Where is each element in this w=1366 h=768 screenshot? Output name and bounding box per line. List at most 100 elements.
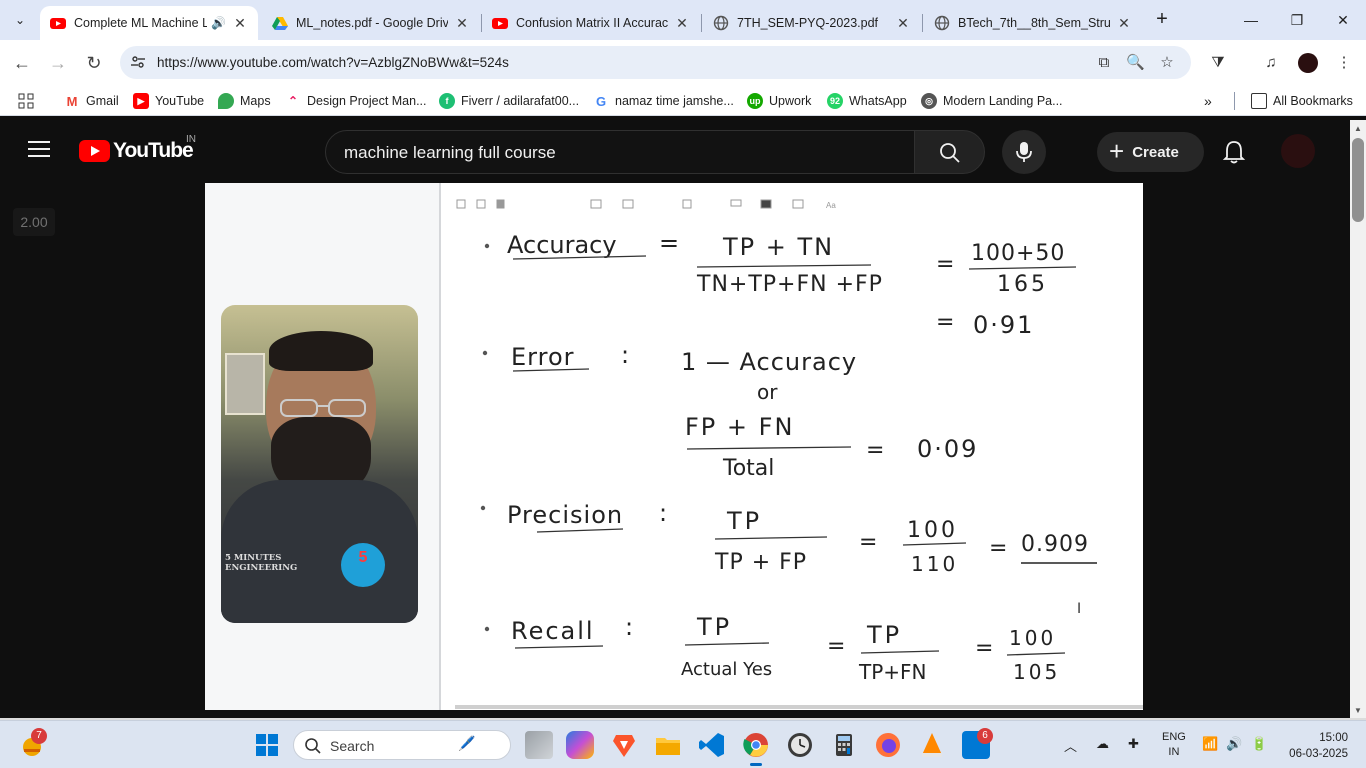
apps-grid-icon[interactable] [18, 92, 34, 110]
open-in-app-icon[interactable]: ⧉ [1095, 54, 1113, 72]
tab-btech-structure[interactable]: BTech_7th__8th_Sem_Structu ✕ [924, 6, 1142, 40]
annotation-toolbar: Aa [456, 199, 836, 210]
new-tab-button[interactable]: + [1150, 8, 1174, 32]
windows-start-icon[interactable] [253, 731, 281, 759]
bookmark-youtube[interactable]: ▶ YouTube [133, 92, 204, 110]
close-tab-icon[interactable]: ✕ [1116, 15, 1132, 32]
bookmark-gmail[interactable]: M Gmail [64, 92, 119, 110]
url-text[interactable]: https://www.youtube.com/watch?v=AzblgZNo… [157, 55, 509, 70]
all-bookmarks-button[interactable]: All Bookmarks [1251, 92, 1353, 110]
bookmark-label: Modern Landing Pa... [943, 94, 1063, 108]
page-scrollbar[interactable]: ▲ ▼ [1350, 120, 1366, 718]
calculator-icon[interactable] [830, 731, 858, 759]
task-view-icon[interactable] [525, 731, 553, 759]
minimize-button[interactable]: — [1228, 0, 1274, 40]
forward-button[interactable]: → [46, 51, 70, 75]
bookmark-maps[interactable]: Maps [218, 92, 271, 110]
youtube-logo[interactable]: YouTube [79, 139, 194, 163]
address-bar[interactable]: https://www.youtube.com/watch?v=AzblgZNo… [120, 46, 1191, 79]
notifications-bell-icon[interactable] [1220, 138, 1248, 166]
back-button[interactable]: ← [10, 51, 34, 75]
speaker-icon[interactable]: 🔊 [211, 16, 226, 30]
firefox-icon[interactable] [874, 731, 902, 759]
tab-title: Complete ML Machine L [74, 16, 208, 30]
svg-text:=: = [859, 530, 877, 555]
bookmark-upwork[interactable]: up Upwork [747, 92, 811, 110]
battery-icon[interactable]: 🔋 [1251, 736, 1267, 752]
volume-icon[interactable]: 🔊 [1226, 736, 1242, 752]
notes-scrollbar [455, 705, 1143, 709]
clock-app-icon[interactable] [786, 731, 814, 759]
zoom-icon[interactable]: 🔍 [1126, 54, 1145, 72]
brave-browser-icon[interactable] [610, 731, 638, 759]
svg-text:=: = [936, 310, 954, 335]
recall-value-numerator: 100 [1009, 626, 1056, 650]
tab-7th-sem-pyq[interactable]: 7TH_SEM-PYQ-2023.pdf ✕ [703, 6, 921, 40]
file-explorer-icon[interactable] [654, 731, 682, 759]
system-clock[interactable]: 15:00 06-03-2025 [1284, 730, 1348, 762]
bookmark-star-icon[interactable]: ☆ [1158, 54, 1176, 72]
input-language-indicator[interactable]: ENG IN [1162, 730, 1186, 760]
reload-button[interactable]: ↻ [82, 51, 106, 75]
store-badge: 6 [977, 728, 993, 744]
site-settings-icon[interactable] [130, 54, 146, 70]
accuracy-value-denominator: 165 [997, 272, 1048, 297]
microphone-icon [1016, 142, 1032, 162]
accuracy-value-numerator: 100+50 [971, 241, 1065, 266]
bookmark-label: Fiverr / adilarafat00... [461, 94, 580, 108]
cloud-sync-icon[interactable]: ☁ [1096, 736, 1109, 752]
create-button[interactable]: + Create [1097, 132, 1204, 172]
voice-search-button[interactable] [1002, 130, 1046, 174]
scroll-up-arrow-icon[interactable]: ▲ [1353, 124, 1363, 134]
tab-youtube-video[interactable]: Complete ML Machine L 🔊 ✕ [40, 6, 258, 40]
close-tab-icon[interactable]: ✕ [454, 15, 470, 32]
wifi-icon[interactable]: 📶 [1202, 736, 1218, 752]
search-input[interactable]: machine learning full course [325, 130, 915, 174]
account-avatar[interactable] [1281, 134, 1315, 168]
close-tab-icon[interactable]: ✕ [674, 15, 690, 32]
tray-app-icon[interactable]: ✚ [1128, 736, 1139, 752]
plus-icon: + [1109, 136, 1125, 166]
shirt-logo-badge: 5 [341, 543, 385, 587]
search-button[interactable] [914, 130, 985, 174]
restore-button[interactable]: ❐ [1274, 0, 1320, 40]
accuracy-denominator: TN+TP+FN +FP [696, 272, 883, 297]
chrome-menu-icon[interactable]: ⋮ [1333, 52, 1355, 74]
vscode-icon[interactable] [698, 731, 726, 759]
more-bookmarks-chevron-icon[interactable]: » [1204, 92, 1212, 110]
extensions-icon[interactable]: ⧩ [1207, 52, 1229, 74]
all-bookmarks-label: All Bookmarks [1273, 94, 1353, 108]
hamburger-menu-icon[interactable] [28, 141, 50, 159]
taskbar-search-box[interactable]: Search 🖊️ [293, 730, 511, 760]
tab-search-chevron-icon[interactable]: ⌄ [8, 8, 32, 32]
chrome-icon[interactable] [742, 731, 770, 759]
bookmark-fiverr[interactable]: f Fiverr / adilarafat00... [439, 92, 579, 110]
media-control-icon[interactable]: ♫ [1260, 52, 1282, 74]
copilot-icon[interactable] [566, 731, 594, 759]
error-or: or [757, 380, 778, 404]
tab-confusion-matrix[interactable]: Confusion Matrix II Accuracy ✕ [482, 6, 700, 40]
vlc-icon[interactable] [918, 731, 946, 759]
bookmark-separator [1234, 92, 1235, 110]
error-formula: 1 — Accuracy [681, 348, 857, 376]
close-tab-icon[interactable]: ✕ [895, 15, 911, 32]
svg-text::: : [621, 341, 629, 369]
tab-title: BTech_7th__8th_Sem_Structu [958, 16, 1110, 30]
bookmark-design-project[interactable]: ⌃ Design Project Man... [285, 92, 427, 110]
tab-separator [701, 14, 702, 32]
svg-text:=: = [659, 229, 679, 257]
create-label: Create [1132, 143, 1179, 161]
scrollbar-thumb[interactable] [1352, 138, 1364, 222]
bookmark-whatsapp[interactable]: 92 WhatsApp [827, 92, 907, 110]
error-numerator: FP + FN [685, 413, 794, 441]
profile-avatar[interactable] [1298, 53, 1318, 73]
close-window-button[interactable]: ✕ [1320, 0, 1366, 40]
bookmark-namaz-time[interactable]: Gnamaz time jamshe... [593, 92, 734, 110]
text-cursor-icon: I [1077, 601, 1081, 617]
video-player[interactable]: 5 MINUTES ENGINEERING 5 Aa Accuracy = TP… [205, 183, 1143, 710]
close-tab-icon[interactable]: ✕ [232, 15, 248, 32]
scroll-down-arrow-icon[interactable]: ▼ [1353, 706, 1363, 716]
bookmark-modern-landing[interactable]: ◎ Modern Landing Pa... [921, 92, 1063, 110]
show-hidden-icons-chevron-icon[interactable]: ︿ [1064, 736, 1077, 755]
tab-ml-notes[interactable]: ML_notes.pdf - Google Drive ✕ [262, 6, 480, 40]
